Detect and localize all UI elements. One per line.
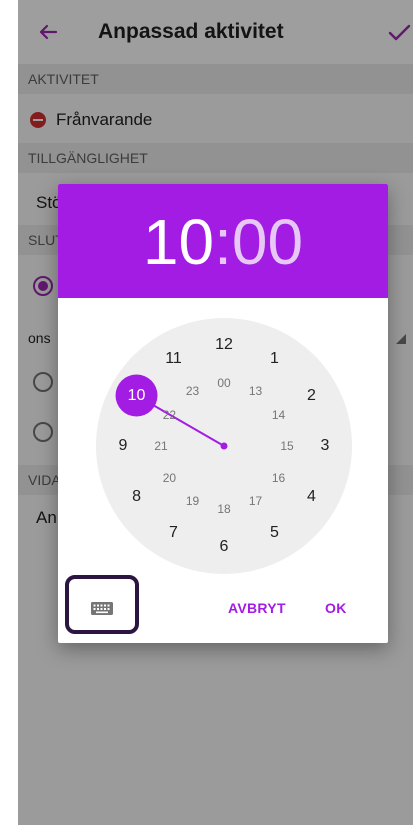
keyboard-button-highlight <box>65 575 139 634</box>
clock-hour-18[interactable]: 18 <box>217 502 230 516</box>
clock-hour-11[interactable]: 11 <box>165 350 182 368</box>
clock-hour-15[interactable]: 15 <box>280 439 293 453</box>
clock-hour-16[interactable]: 16 <box>272 471 285 485</box>
clock-hour-4[interactable]: 4 <box>307 488 316 506</box>
ok-button[interactable]: OK <box>325 600 347 616</box>
clock-hour-3[interactable]: 3 <box>321 437 330 455</box>
clock-hour-7[interactable]: 7 <box>169 524 178 542</box>
minute-display[interactable]: 00 <box>232 206 303 278</box>
clock-hour-6[interactable]: 6 <box>220 538 229 556</box>
clock-hour-00[interactable]: 00 <box>217 376 230 390</box>
clock-hour-22[interactable]: 22 <box>163 408 176 422</box>
clock-hour-5[interactable]: 5 <box>270 524 279 542</box>
clock-hour-20[interactable]: 20 <box>163 471 176 485</box>
cancel-button[interactable]: AVBRYT <box>228 600 286 616</box>
clock-dial[interactable]: 12 1 2 3 4 5 6 7 8 9 10 11 00 13 14 15 16 17 18 19 20 21 22 23 <box>96 318 352 574</box>
hour-display[interactable]: 10 <box>143 206 214 278</box>
clock-hour-8[interactable]: 8 <box>132 488 141 506</box>
clock-hour-13[interactable]: 13 <box>249 384 262 398</box>
clock-center-dot <box>220 442 228 450</box>
clock-hour-9[interactable]: 9 <box>119 437 128 455</box>
clock-hour-17[interactable]: 17 <box>249 494 262 508</box>
clock-hour-1[interactable]: 1 <box>270 350 279 368</box>
clock-hour-2[interactable]: 2 <box>307 387 316 405</box>
time-picker-header: 10:00 <box>58 184 388 298</box>
clock-hour-21[interactable]: 21 <box>154 439 167 453</box>
time-display: 10:00 <box>58 206 388 278</box>
time-separator: : <box>214 206 232 278</box>
clock-hour-19[interactable]: 19 <box>186 494 199 508</box>
clock-hour-14[interactable]: 14 <box>272 408 285 422</box>
clock-hour-23[interactable]: 23 <box>186 384 199 398</box>
clock-hour-12[interactable]: 12 <box>215 336 233 354</box>
clock-hour-10[interactable]: 10 <box>128 387 146 405</box>
clock-hand-layer <box>115 374 228 450</box>
